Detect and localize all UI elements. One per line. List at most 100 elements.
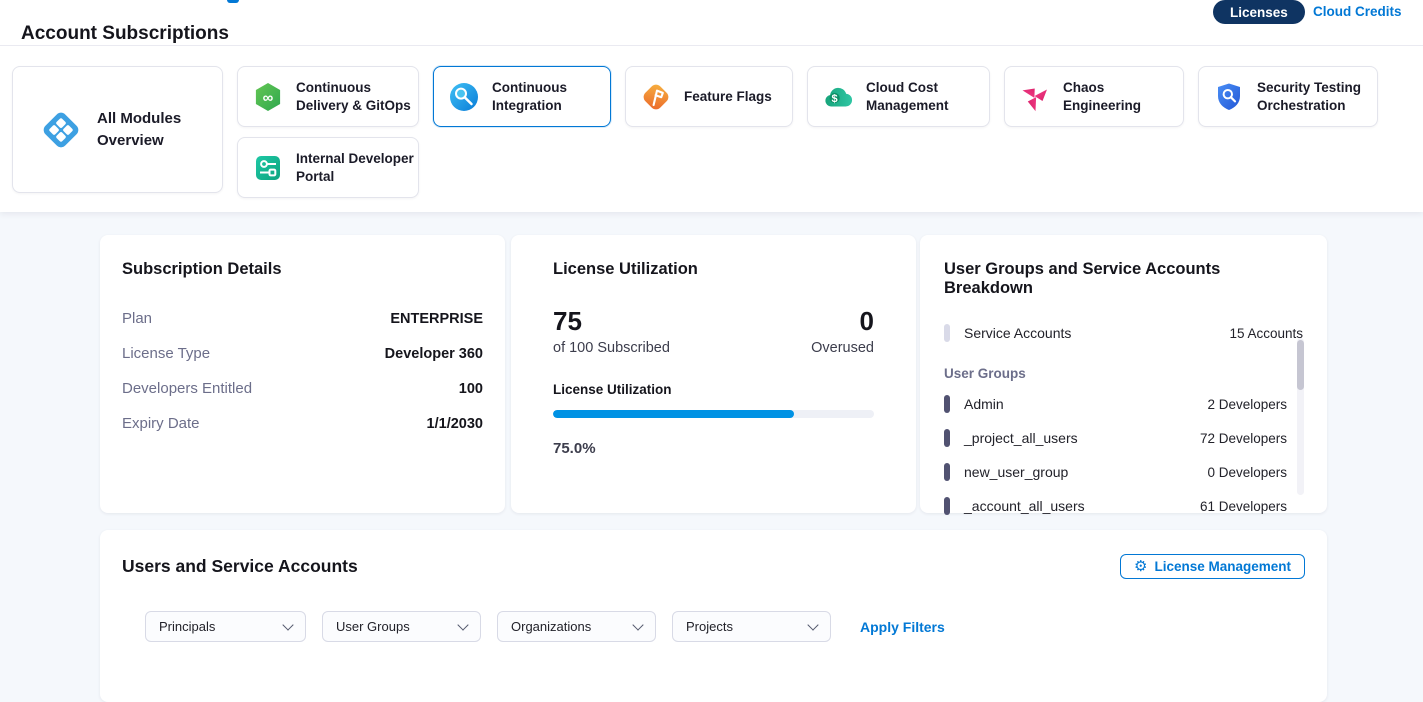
module-card-feature-flags[interactable]: Feature Flags (625, 66, 793, 127)
clipped-nav-fragment (227, 0, 239, 3)
projects-filter-dropdown[interactable]: Projects (672, 611, 831, 642)
module-label: Continuous Delivery & GitOps (296, 79, 414, 115)
filter-label: Organizations (511, 619, 591, 634)
breakdown-scrollbar-thumb[interactable] (1297, 340, 1304, 390)
subscribed-stat: 75 of 100 Subscribed (553, 307, 670, 356)
module-label: Continuous Integration (492, 79, 610, 115)
user-groups-filter-dropdown[interactable]: User Groups (322, 611, 481, 642)
breakdown-scrollbar[interactable] (1297, 338, 1304, 495)
breakdown-card: User Groups and Service Accounts Breakdo… (920, 235, 1327, 513)
module-card-cloud-cost[interactable]: $ Cloud Cost Management (807, 66, 990, 127)
all-modules-overview-card[interactable]: All Modules Overview (12, 66, 223, 193)
filter-label: Projects (686, 619, 733, 634)
license-management-button[interactable]: ⚙ License Management (1120, 554, 1305, 579)
cloud-cost-icon: $ (822, 81, 854, 113)
user-group-row: _account_all_users 61 Developers (944, 497, 1287, 515)
security-testing-icon (1213, 81, 1245, 113)
tab-licenses[interactable]: Licenses (1213, 0, 1305, 24)
user-group-value: 72 Developers (1200, 431, 1287, 446)
license-progress-track (553, 410, 874, 418)
subscription-details-card: Subscription Details Plan ENTERPRISE Lic… (100, 235, 505, 513)
detail-value: Developer 360 (385, 346, 483, 362)
service-accounts-marker-icon (944, 324, 950, 342)
subscribed-caption: of 100 Subscribed (553, 340, 670, 356)
service-accounts-label: Service Accounts (964, 325, 1071, 341)
all-modules-icon (39, 108, 83, 152)
svg-text:$: $ (832, 93, 838, 105)
svg-text:∞: ∞ (263, 89, 274, 106)
subscription-details-rows: Plan ENTERPRISE License Type Developer 3… (122, 301, 483, 441)
filter-label: User Groups (336, 619, 410, 634)
page: { "header": { "title": "Account Subscrip… (0, 0, 1423, 666)
user-group-value: 0 Developers (1207, 465, 1287, 480)
license-utilization-stats: 75 of 100 Subscribed 0 Overused (553, 307, 874, 356)
module-card-chaos-engineering[interactable]: Chaos Engineering (1004, 66, 1184, 127)
chevron-down-icon (807, 619, 818, 630)
overused-stat: 0 Overused (811, 307, 874, 356)
filters-row: Principals User Groups Organizations Pro… (145, 611, 1305, 642)
chevron-down-icon (632, 619, 643, 630)
user-group-row: Admin 2 Developers (944, 395, 1287, 413)
module-card-security-testing[interactable]: Security Testing Orchestration (1198, 66, 1378, 127)
all-modules-overview-label: All Modules Overview (97, 108, 189, 152)
module-card-continuous-integration[interactable]: Continuous Integration (433, 66, 611, 127)
modules-grid: ∞ Continuous Delivery & GitOps Continuou… (237, 66, 1387, 198)
detail-label: Expiry Date (122, 415, 200, 432)
top-section: Account Subscriptions Licenses Cloud Cre… (0, 0, 1423, 212)
subscribed-count: 75 (553, 307, 670, 335)
user-group-value: 2 Developers (1207, 397, 1287, 412)
header-bar: Account Subscriptions Licenses Cloud Cre… (0, 0, 1423, 46)
principals-filter-dropdown[interactable]: Principals (145, 611, 306, 642)
detail-row-expiry-date: Expiry Date 1/1/2030 (122, 406, 483, 441)
apply-filters-link[interactable]: Apply Filters (860, 619, 945, 635)
detail-value: 100 (459, 381, 483, 397)
chaos-engineering-icon (1019, 81, 1051, 113)
user-group-row: new_user_group 0 Developers (944, 463, 1287, 481)
service-accounts-value: 15 Accounts (1229, 326, 1303, 341)
internal-dev-portal-icon (252, 152, 284, 184)
module-label: Security Testing Orchestration (1257, 79, 1375, 115)
detail-label: License Type (122, 345, 210, 362)
users-and-service-accounts-card: Users and Service Accounts ⚙ License Man… (100, 530, 1327, 702)
user-groups-header: User Groups (944, 366, 1303, 381)
module-label: Chaos Engineering (1063, 79, 1181, 115)
breakdown-title: User Groups and Service Accounts Breakdo… (944, 260, 1303, 298)
user-group-marker-icon (944, 463, 950, 481)
user-group-name: _account_all_users (964, 498, 1085, 514)
module-label: Internal Developer Portal (296, 150, 414, 186)
module-card-cd-gitops[interactable]: ∞ Continuous Delivery & GitOps (237, 66, 419, 127)
user-group-name: new_user_group (964, 464, 1068, 480)
module-label: Feature Flags (684, 88, 772, 106)
detail-row-developers-entitled: Developers Entitled 100 (122, 371, 483, 406)
license-management-label: License Management (1154, 559, 1291, 574)
chevron-down-icon (282, 619, 293, 630)
detail-value: ENTERPRISE (390, 311, 483, 327)
gear-icon: ⚙ (1134, 559, 1147, 574)
user-group-row: _project_all_users 72 Developers (944, 429, 1287, 447)
user-group-name: _project_all_users (964, 430, 1078, 446)
detail-value: 1/1/2030 (427, 416, 483, 432)
organizations-filter-dropdown[interactable]: Organizations (497, 611, 656, 642)
user-group-name: Admin (964, 396, 1004, 412)
utilization-bar-label: License Utilization (553, 382, 874, 397)
chevron-down-icon (457, 619, 468, 630)
continuous-integration-icon (448, 81, 480, 113)
license-utilization-card: License Utilization 75 of 100 Subscribed… (511, 235, 916, 513)
user-group-marker-icon (944, 395, 950, 413)
module-card-internal-dev-portal[interactable]: Internal Developer Portal (237, 137, 419, 198)
user-group-marker-icon (944, 497, 950, 515)
module-label: Cloud Cost Management (866, 79, 984, 115)
overused-caption: Overused (811, 340, 874, 356)
detail-label: Plan (122, 310, 152, 327)
license-progress-fill (553, 410, 794, 418)
feature-flags-icon (640, 81, 672, 113)
tab-cloud-credits[interactable]: Cloud Credits (1313, 4, 1402, 19)
page-title: Account Subscriptions (21, 23, 229, 45)
subscription-details-title: Subscription Details (122, 260, 483, 279)
license-utilization-title: License Utilization (553, 260, 874, 279)
utilization-percent: 75.0% (553, 440, 874, 457)
user-group-value: 61 Developers (1200, 499, 1287, 514)
filter-label: Principals (159, 619, 215, 634)
cd-gitops-icon: ∞ (252, 81, 284, 113)
service-accounts-row: Service Accounts 15 Accounts (944, 324, 1303, 342)
